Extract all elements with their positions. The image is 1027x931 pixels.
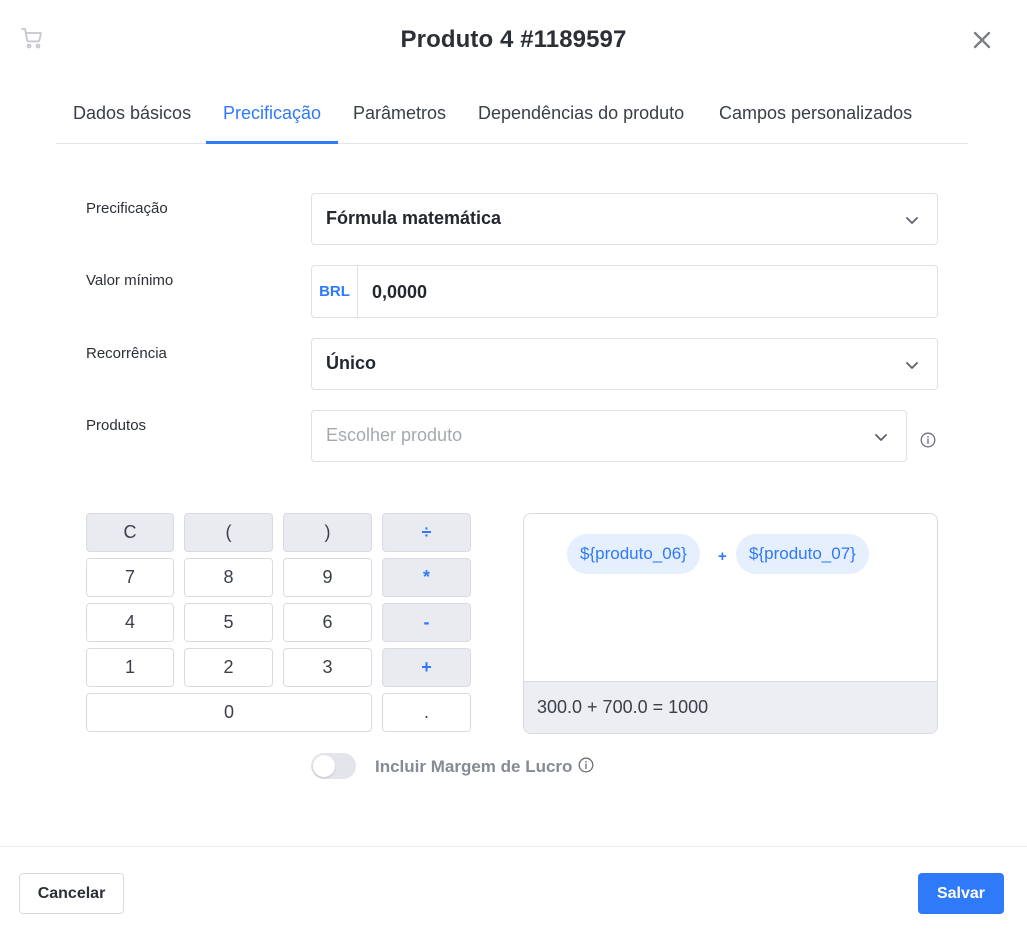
calc-5-button[interactable]: 5: [184, 603, 273, 642]
calc-3-button[interactable]: 3: [283, 648, 372, 687]
pricing-value: Fórmula matemática: [326, 208, 502, 228]
min-value-label: Valor mínimo: [86, 272, 174, 289]
calc-divide-button[interactable]: ÷: [382, 513, 471, 552]
footer-divider: [0, 846, 1027, 847]
tab-campos-personalizados[interactable]: Campos personalizados: [719, 103, 912, 124]
pricing-label: Precificação: [86, 200, 168, 217]
calc-clear-button[interactable]: C: [86, 513, 174, 552]
calc-open-paren-button[interactable]: (: [184, 513, 273, 552]
formula-result: 300.0 + 700.0 = 1000: [537, 697, 709, 717]
close-icon[interactable]: [970, 28, 994, 52]
calc-0-button[interactable]: 0: [86, 693, 372, 732]
calc-2-button[interactable]: 2: [184, 648, 273, 687]
info-icon[interactable]: [578, 757, 594, 773]
calc-7-button[interactable]: 7: [86, 558, 174, 597]
toggle-knob: [313, 755, 335, 777]
currency-prefix: BRL: [312, 266, 358, 317]
save-button[interactable]: Salvar: [918, 873, 1004, 914]
formula-result-bar: 300.0 + 700.0 = 1000: [524, 681, 937, 733]
info-icon[interactable]: [920, 432, 936, 448]
chevron-down-icon: [906, 217, 918, 224]
tab-parametros[interactable]: Parâmetros: [353, 103, 446, 124]
pricing-select[interactable]: Fórmula matemática: [311, 193, 938, 245]
products-placeholder: Escolher produto: [326, 425, 463, 445]
tab-dependencias[interactable]: Dependências do produto: [478, 103, 684, 124]
chevron-down-icon: [906, 362, 918, 369]
profit-margin-label: Incluir Margem de Lucro: [375, 757, 573, 776]
calc-multiply-button[interactable]: *: [382, 558, 471, 597]
formula-token-produto-07[interactable]: ${produto_07}: [736, 534, 869, 574]
min-value-input[interactable]: [372, 282, 872, 303]
tab-dados-basicos[interactable]: Dados básicos: [73, 103, 191, 124]
tab-bar: Dados básicos Precificação Parâmetros De…: [56, 95, 968, 144]
active-tab-indicator: [206, 141, 338, 144]
calc-9-button[interactable]: 9: [283, 558, 372, 597]
cancel-button[interactable]: Cancelar: [19, 873, 124, 914]
recurrence-select[interactable]: Único: [311, 338, 938, 390]
calc-1-button[interactable]: 1: [86, 648, 174, 687]
recurrence-value: Único: [326, 353, 377, 373]
chevron-down-icon: [875, 434, 887, 441]
calc-4-button[interactable]: 4: [86, 603, 174, 642]
formula-operator: +: [718, 548, 727, 565]
recurrence-label: Recorrência: [86, 345, 167, 362]
calc-minus-button[interactable]: -: [382, 603, 471, 642]
products-label: Produtos: [86, 417, 147, 434]
formula-token-produto-06[interactable]: ${produto_06}: [567, 534, 700, 574]
calc-dot-button[interactable]: .: [382, 693, 471, 732]
calc-close-paren-button[interactable]: ): [283, 513, 372, 552]
min-value-field: BRL: [311, 265, 938, 318]
calc-6-button[interactable]: 6: [283, 603, 372, 642]
products-select[interactable]: Escolher produto: [311, 410, 907, 462]
modal-title: Produto 4 #1189597: [400, 26, 627, 53]
formula-editor[interactable]: ${produto_06} + ${produto_07} 300.0 + 70…: [523, 513, 938, 734]
calc-8-button[interactable]: 8: [184, 558, 273, 597]
tab-precificacao[interactable]: Precificação: [223, 103, 321, 124]
calc-plus-button[interactable]: +: [382, 648, 471, 687]
profit-margin-toggle[interactable]: [311, 753, 356, 779]
